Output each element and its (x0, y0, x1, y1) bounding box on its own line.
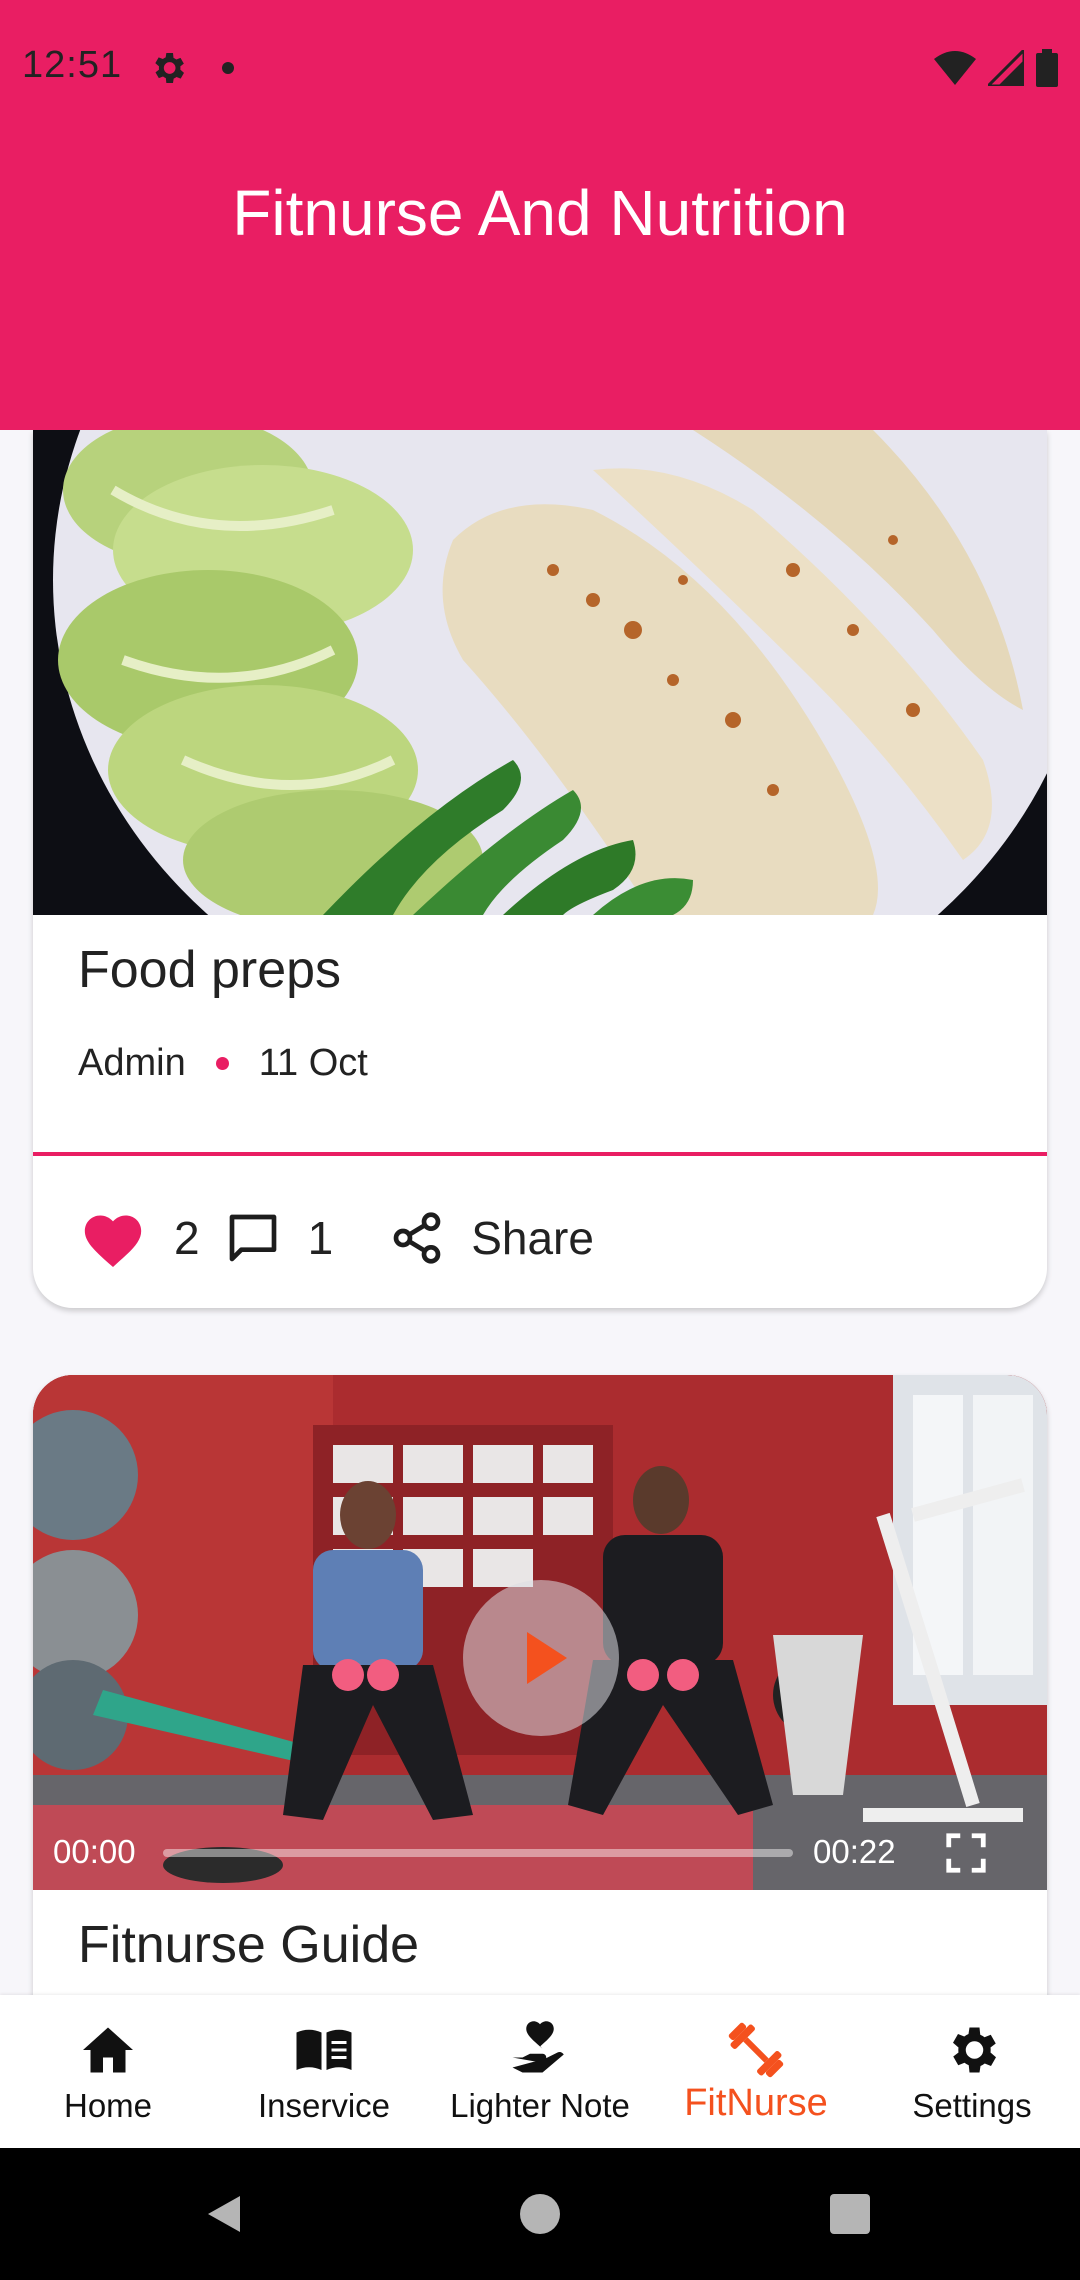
meta-separator-dot (215, 1057, 229, 1070)
hand-heart-icon (512, 2021, 564, 2073)
post-title[interactable]: Fitnurse Guide (78, 1915, 419, 1975)
video-current-time: 00:00 (53, 1833, 136, 1870)
play-button[interactable] (463, 1580, 619, 1736)
divider (33, 1152, 1047, 1156)
nav-item-settings[interactable]: Settings (864, 1995, 1080, 2148)
share-button[interactable]: Share (389, 1210, 594, 1266)
post-meta: Admin 11 Oct (78, 1042, 368, 1085)
gear-icon (953, 2027, 996, 2073)
back-icon[interactable] (200, 2190, 248, 2238)
system-navigation-bar (0, 2148, 1080, 2280)
nav-item-home[interactable]: Home (0, 1995, 216, 2148)
video-player[interactable]: 00:00 00:22 (33, 1375, 1047, 1890)
page-title: Fitnurse And Nutrition (232, 177, 848, 249)
settings-icon (155, 53, 184, 83)
food-image[interactable] (33, 430, 1047, 915)
video-progress-bar[interactable] (163, 1849, 793, 1857)
bottom-navigation: Home Inservice Lighter Note FitNurse Set… (0, 1995, 1080, 2148)
dumbbell-icon (728, 2022, 784, 2078)
signal-icon (988, 50, 1024, 86)
share-icon (393, 1212, 441, 1264)
status-icons (934, 48, 1058, 88)
comment-count: 1 (307, 1212, 334, 1264)
like-button[interactable]: 2 (78, 1207, 200, 1269)
fullscreen-icon[interactable] (943, 1830, 989, 1876)
post-date: 11 Oct (258, 1042, 368, 1084)
nav-item-fitnurse[interactable]: FitNurse (648, 1995, 864, 2148)
post-author: Admin (78, 1042, 186, 1084)
heart-icon (84, 1215, 142, 1268)
play-icon (527, 1632, 567, 1684)
notification-dot (222, 62, 234, 74)
nav-item-lighter-note[interactable]: Lighter Note (432, 1995, 648, 2148)
wifi-icon (934, 51, 976, 85)
nav-label: Settings (912, 2087, 1032, 2124)
app-header: 12:51 Fitnurse And Nutrition (0, 0, 1080, 430)
comment-icon (229, 1214, 276, 1262)
home-icon (83, 2027, 133, 2073)
recents-icon[interactable] (826, 2190, 874, 2238)
like-count: 2 (174, 1212, 200, 1264)
post-card[interactable]: Food preps Admin 11 Oct 2 1 Share (33, 430, 1047, 1308)
post-card[interactable]: 00:00 00:22 Fitnurse Guide (33, 1375, 1047, 1995)
nav-label: Home (63, 2087, 153, 2124)
nav-label: Lighter Note (450, 2087, 630, 2124)
home-circle-icon[interactable] (516, 2190, 564, 2238)
post-feed[interactable]: Food preps Admin 11 Oct 2 1 Share 00:00 … (0, 430, 1080, 1995)
status-bar: 12:51 (0, 0, 1080, 135)
battery-icon (1036, 49, 1058, 87)
nav-label: FitNurse (684, 2082, 828, 2124)
comment-button[interactable]: 1 (224, 1210, 334, 1266)
post-actions: 2 1 Share (78, 1198, 594, 1278)
nav-label: Inservice (257, 2087, 391, 2124)
book-icon (296, 2029, 352, 2070)
post-title[interactable]: Food preps (78, 940, 341, 1000)
nav-item-inservice[interactable]: Inservice (216, 1995, 432, 2148)
status-time: 12:51 (22, 44, 123, 86)
video-duration: 00:22 (813, 1833, 896, 1870)
share-label: Share (471, 1212, 594, 1264)
